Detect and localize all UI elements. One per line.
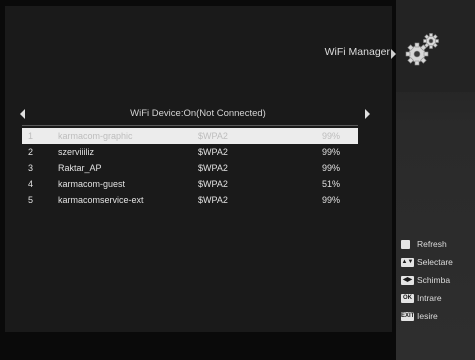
wifi-manager-screen: WiFi Manager WiFi Device:On(Not Connecte… (0, 0, 475, 360)
network-security: $WPA2 (198, 179, 228, 189)
network-ssid: karmacom-graphic (58, 131, 133, 141)
network-row[interactable]: 5 karmacomservice-ext $WPA2 99% (22, 192, 358, 208)
legend-label: Intrare (417, 293, 442, 303)
divider (22, 125, 358, 126)
network-number: 4 (28, 179, 34, 189)
network-row[interactable]: 1 karmacom-graphic $WPA2 99% (22, 128, 358, 144)
legend-change[interactable]: ◀▶ Schimba (401, 275, 473, 294)
network-security: $WPA2 (198, 163, 228, 173)
legend-label: Iesire (417, 311, 438, 321)
network-signal: 99% (322, 163, 341, 173)
legend-label: Selectare (417, 257, 453, 267)
legend-refresh[interactable]: Refresh (401, 239, 473, 258)
legend-exit[interactable]: EXIT Iesire (401, 311, 473, 330)
key-legend: Refresh ▲▼ Selectare ◀▶ Schimba OK Intra… (401, 239, 473, 330)
network-row[interactable]: 4 karmacom-guest $WPA2 51% (22, 176, 358, 192)
network-list: 1 karmacom-graphic $WPA2 99% 2 szerviiil… (22, 128, 358, 208)
network-signal: 99% (322, 131, 341, 141)
network-number: 3 (28, 163, 34, 173)
network-security: $WPA2 (198, 147, 228, 157)
network-ssid: karmacom-guest (58, 179, 126, 189)
page-title: WiFi Manager (324, 46, 390, 58)
device-selector[interactable]: WiFi Device:On(Not Connected) (20, 108, 376, 122)
network-security: $WPA2 (198, 131, 228, 141)
device-status: WiFi Device:On(Not Connected) (130, 108, 266, 119)
network-row[interactable]: 2 szerviiiliz $WPA2 99% (22, 144, 358, 160)
ok-key-icon: OK (401, 294, 414, 303)
network-ssid: Raktar_AP (58, 163, 102, 173)
legend-label: Schimba (417, 275, 451, 285)
legend-enter[interactable]: OK Intrare (401, 293, 473, 312)
network-number: 5 (28, 195, 34, 205)
network-number: 2 (28, 147, 34, 157)
network-row[interactable]: 3 Raktar_AP $WPA2 99% (22, 160, 358, 176)
exit-key-icon: EXIT (401, 312, 415, 321)
network-ssid: szerviiiliz (58, 147, 94, 157)
legend-select[interactable]: ▲▼ Selectare (401, 257, 473, 276)
network-security: $WPA2 (198, 195, 228, 205)
network-number: 1 (28, 131, 34, 141)
device-next-arrow-icon[interactable] (365, 109, 370, 119)
network-signal: 99% (322, 147, 341, 157)
left-right-keys-icon: ◀▶ (401, 276, 414, 285)
gear-icon (405, 33, 439, 66)
red-button-icon (401, 240, 410, 249)
legend-label: Refresh (417, 239, 447, 249)
title-arrow-icon (391, 49, 396, 59)
network-ssid: karmacomservice-ext (58, 195, 144, 205)
up-down-keys-icon: ▲▼ (401, 258, 414, 267)
network-signal: 51% (322, 179, 341, 189)
network-signal: 99% (322, 195, 341, 205)
